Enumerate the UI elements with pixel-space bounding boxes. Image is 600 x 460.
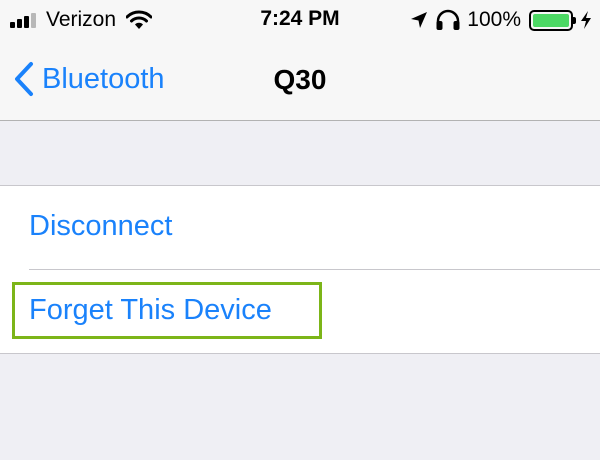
forget-device-label: Forget This Device bbox=[29, 294, 272, 326]
device-actions-group: Disconnect Forget This Device bbox=[0, 185, 600, 354]
status-bar: Verizon 7:24 PM 100% bbox=[0, 0, 600, 40]
battery-fill bbox=[533, 13, 569, 27]
status-right: 100% bbox=[409, 7, 592, 33]
page-title: Q30 bbox=[273, 64, 327, 95]
headphones-icon bbox=[436, 9, 460, 30]
forget-device-button[interactable]: Forget This Device bbox=[0, 270, 600, 353]
location-arrow-icon bbox=[411, 12, 428, 28]
charging-bolt-icon bbox=[581, 11, 591, 29]
battery-percent: 100% bbox=[467, 8, 521, 31]
disconnect-label: Disconnect bbox=[29, 210, 173, 242]
battery-icon bbox=[529, 9, 576, 31]
disconnect-button[interactable]: Disconnect bbox=[0, 186, 600, 270]
navigation-bar: Bluetooth Q30 bbox=[0, 40, 600, 121]
